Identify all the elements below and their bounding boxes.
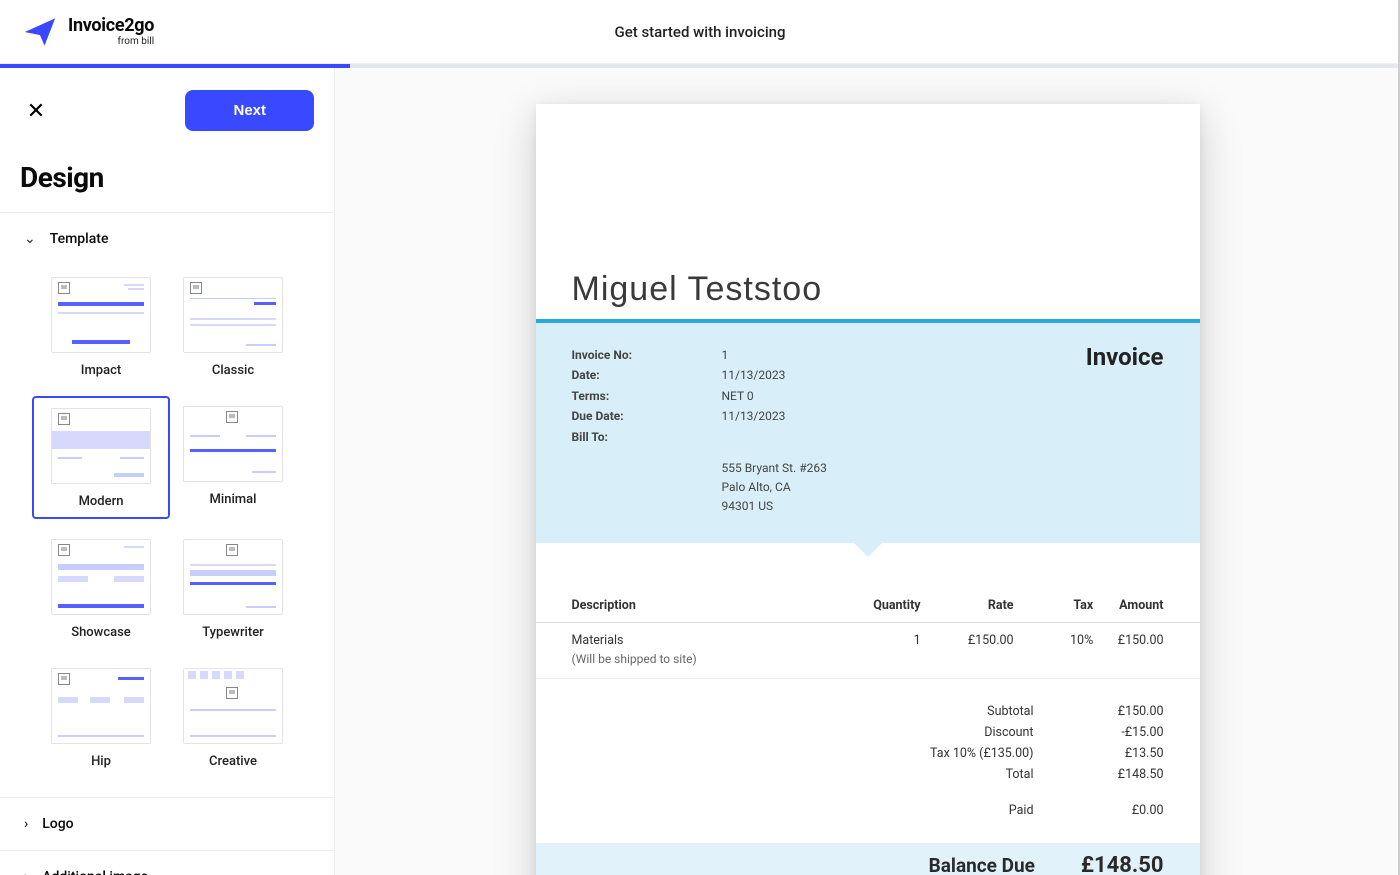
template-label: Hip	[91, 754, 111, 769]
meta-label: Date:	[572, 365, 722, 385]
accordion-template-header[interactable]: ⌄ Template	[0, 213, 334, 265]
address-line: 555 Bryant St. #263	[722, 459, 1164, 478]
address-line: Palo Alto, CA	[722, 478, 1164, 497]
totals-label: Subtotal	[904, 701, 1074, 722]
brand-name: Invoice2go	[68, 17, 154, 35]
item-note: (Will be shipped to site)	[572, 652, 828, 666]
template-classic[interactable]: Classic	[172, 277, 294, 378]
paper-plane-icon	[22, 14, 58, 50]
template-thumb	[183, 668, 283, 744]
meta-label: Bill To:	[572, 427, 722, 447]
totals-label: Discount	[904, 722, 1074, 743]
meta-value-terms: NET 0	[722, 386, 754, 406]
template-grid: Impact Classic	[0, 265, 334, 797]
page-title: Get started with invoicing	[614, 23, 785, 41]
balance-value: £148.50	[1081, 853, 1164, 875]
item-quantity: 1	[828, 622, 921, 678]
top-bar: Invoice2go from bill Get started with in…	[0, 0, 1400, 64]
totals-discount: -£15.00	[1074, 722, 1164, 743]
balance-label: Balance Due	[929, 854, 1035, 875]
template-modern[interactable]: Modern	[32, 396, 170, 519]
accordion-logo-header[interactable]: › Logo	[0, 798, 334, 850]
chevron-right-icon: ›	[24, 816, 28, 832]
template-thumb	[51, 408, 151, 484]
totals-label: Tax 10% (£135.00)	[904, 743, 1074, 764]
invoice-doc-type: Invoice	[1086, 343, 1164, 371]
template-label: Typewriter	[202, 625, 264, 640]
template-showcase[interactable]: Showcase	[40, 539, 162, 640]
totals-label: Total	[904, 764, 1074, 785]
close-button[interactable]: ✕	[20, 95, 52, 127]
brand-tagline: from bill	[68, 37, 154, 47]
meta-label: Invoice No:	[572, 345, 722, 365]
accordion-logo-label: Logo	[42, 816, 73, 832]
accordion-template: ⌄ Template	[0, 212, 334, 797]
col-quantity: Quantity	[828, 589, 921, 623]
template-thumb	[183, 539, 283, 615]
template-thumb	[183, 406, 283, 482]
bill-to-address: 555 Bryant St. #263 Palo Alto, CA 94301 …	[722, 459, 1164, 517]
item-tax: 10%	[1014, 622, 1094, 678]
meta-label: Due Date:	[572, 406, 722, 426]
invoice-meta-band: Invoice Invoice No:1 Date:11/13/2023 Ter…	[536, 323, 1200, 543]
preview-pane[interactable]: Miguel Teststoo Invoice Invoice No:1 Dat…	[335, 68, 1400, 875]
address-line: 94301 US	[722, 497, 1164, 516]
template-creative[interactable]: Creative	[172, 668, 294, 769]
template-label: Minimal	[210, 492, 257, 507]
invoice-preview: Miguel Teststoo Invoice Invoice No:1 Dat…	[536, 104, 1200, 875]
col-rate: Rate	[921, 589, 1014, 623]
template-label: Modern	[79, 494, 124, 509]
next-button[interactable]: Next	[185, 90, 314, 131]
col-tax: Tax	[1014, 589, 1094, 623]
meta-value-due-date: 11/13/2023	[722, 406, 786, 426]
accordion-additional-image-header[interactable]: › Additional image	[0, 851, 334, 875]
table-row: Materials (Will be shipped to site) 1 £1…	[536, 622, 1200, 678]
close-icon: ✕	[27, 98, 45, 124]
totals-label: Paid	[904, 800, 1074, 821]
invoice-company-name: Miguel Teststoo	[572, 270, 1164, 309]
chevron-down-icon: ⌄	[24, 231, 36, 247]
chevron-right-icon: ›	[24, 869, 28, 875]
template-label: Classic	[212, 363, 254, 378]
item-amount: £150.00	[1093, 622, 1199, 678]
meta-value-invoice-no: 1	[722, 345, 729, 365]
template-thumb	[51, 539, 151, 615]
template-label: Showcase	[71, 625, 131, 640]
template-thumb	[51, 668, 151, 744]
template-impact[interactable]: Impact	[40, 277, 162, 378]
accordion-additional-image: › Additional image	[0, 850, 334, 875]
template-thumb	[51, 277, 151, 353]
item-rate: £150.00	[921, 622, 1014, 678]
accordion-additional-image-label: Additional image	[42, 869, 148, 875]
template-minimal[interactable]: Minimal	[172, 406, 294, 511]
meta-label: Terms:	[572, 386, 722, 406]
meta-value-date: 11/13/2023	[722, 365, 786, 385]
template-label: Creative	[209, 754, 257, 769]
totals-tax: £13.50	[1074, 743, 1164, 764]
col-amount: Amount	[1093, 589, 1199, 623]
template-thumb	[183, 277, 283, 353]
brand-logo: Invoice2go from bill	[0, 14, 154, 50]
totals-total: £148.50	[1074, 764, 1164, 785]
template-hip[interactable]: Hip	[40, 668, 162, 769]
accordion-template-label: Template	[50, 231, 109, 247]
invoice-totals: Subtotal£150.00 Discount-£15.00 Tax 10% …	[536, 701, 1200, 821]
template-label: Impact	[81, 363, 121, 378]
col-description: Description	[536, 589, 828, 623]
balance-due-row: Balance Due £148.50	[536, 843, 1200, 875]
design-sidebar: ✕ Next Design ⌄ Template	[0, 68, 335, 875]
sidebar-heading: Design	[20, 161, 314, 194]
accordion-logo: › Logo	[0, 797, 334, 850]
invoice-items-table: Description Quantity Rate Tax Amount Mat…	[536, 589, 1200, 679]
totals-paid: £0.00	[1074, 800, 1164, 821]
totals-subtotal: £150.00	[1074, 701, 1164, 722]
item-description: Materials	[572, 633, 828, 648]
template-typewriter[interactable]: Typewriter	[172, 539, 294, 640]
